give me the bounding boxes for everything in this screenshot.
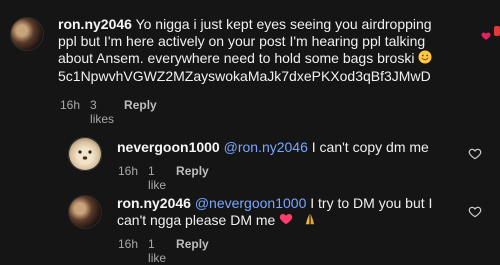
comment-text-line: about Ansem. everywhere need to hold som…	[58, 50, 415, 66]
heart-outline-icon[interactable]	[468, 147, 482, 161]
avatar[interactable]	[10, 17, 44, 51]
comment-likes[interactable]: 1 like	[148, 164, 166, 192]
comment-username[interactable]: nevergoon1000	[117, 139, 220, 155]
reply-button[interactable]: Reply	[176, 237, 209, 265]
comment-text-line: 5c1NpwvhVGWZ2MZayswokaMaJk7dxePKXod3qBf3…	[58, 68, 431, 85]
praying-hands-emoji-icon	[303, 212, 317, 230]
reply-button[interactable]: Reply	[176, 164, 209, 192]
mention-link[interactable]: @ron.ny2046	[224, 139, 308, 155]
comment-text-line: can't ngga please DM me	[117, 212, 276, 228]
comment-text: I can't copy dm me	[311, 139, 429, 155]
comment-time: 16h	[60, 98, 81, 112]
comment-likes[interactable]: 1 like	[148, 237, 166, 265]
comment-text-line: Yo nigga i just kept eyes seeing you air…	[135, 16, 432, 32]
comment-time: 16h	[118, 237, 139, 251]
heart-outline-icon[interactable]	[468, 205, 482, 219]
reply-button[interactable]: Reply	[124, 98, 157, 126]
heart-filled-icon[interactable]	[481, 28, 491, 40]
avatar[interactable]	[68, 137, 102, 171]
smile-emoji-icon	[418, 50, 432, 68]
comment-time: 16h	[118, 164, 139, 178]
mention-link[interactable]: @nevergoon1000	[195, 195, 307, 211]
heart-emoji-icon	[279, 212, 293, 230]
comment-username[interactable]: ron.ny2046	[117, 195, 191, 211]
avatar[interactable]	[68, 195, 102, 229]
comment-username[interactable]: ron.ny2046	[58, 16, 132, 32]
comment-likes[interactable]: 3 likes	[90, 98, 114, 126]
comment-text-line: I try to DM you but I	[310, 195, 433, 211]
comment-text-line: ppl but I'm here actively on your post I…	[58, 33, 426, 49]
scroll-indicator	[494, 26, 500, 36]
